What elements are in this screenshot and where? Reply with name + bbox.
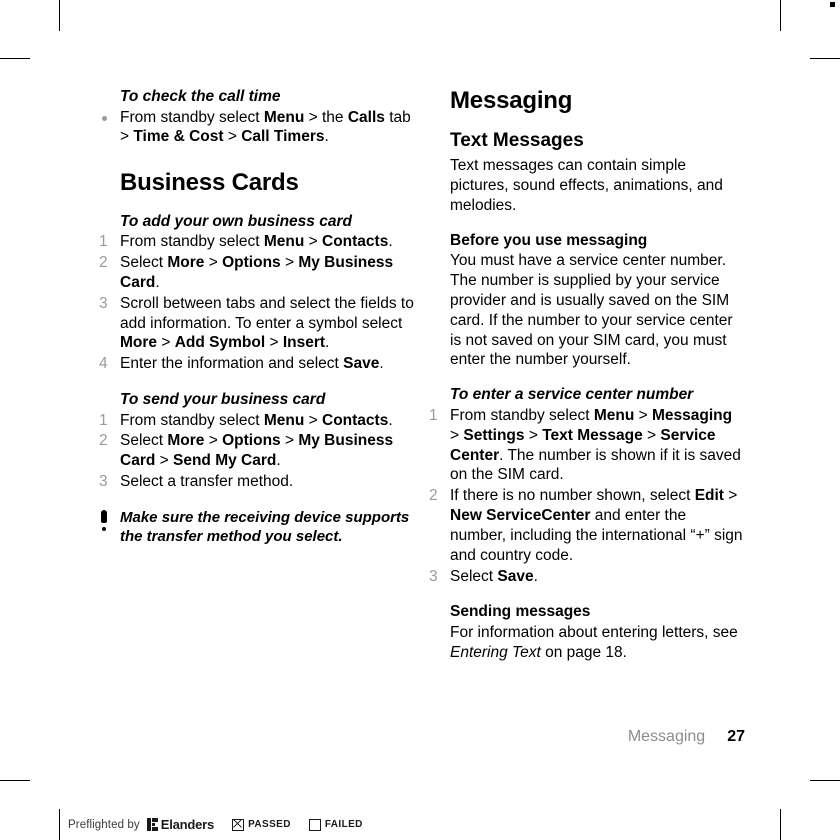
list-item-text: Enter the information and select Save. [120, 355, 384, 373]
footer-page-number: 27 [727, 728, 745, 745]
step-list-enter-service-center-number: 1 From standby select Menu > Messaging > … [425, 406, 745, 586]
list-item: 2 If there is no number shown, select Edi… [425, 486, 745, 565]
list-item-number: 3 [99, 473, 108, 491]
right-column: Messaging Text Messages Text messages ca… [425, 87, 745, 663]
list-item: 1 From standby select Menu > Messaging > … [425, 406, 745, 485]
list-item-text: If there is no number shown, select Edit… [450, 487, 743, 564]
list-item-number: 4 [99, 355, 108, 373]
step-list-send-business-card: 1 From standby select Menu > Contacts. 2 Se… [95, 411, 415, 492]
subheading-sending-messages: Sending messages [450, 603, 591, 621]
list-item-text: From standby select Menu > the Calls tab… [120, 108, 411, 146]
elanders-wordmark: Elanders [160, 817, 215, 832]
preflight-strip: Preflighted by Elanders PASSED FAILED [59, 809, 363, 840]
subheading-before-you-use-messaging: Before you use messaging [450, 231, 648, 249]
list-item-number: 3 [99, 294, 108, 312]
note-callout: Make sure the receiving device supports … [95, 508, 415, 547]
list-item-number: 3 [429, 567, 438, 585]
checkbox-passed-icon [232, 818, 245, 831]
list-item: 3 Select a transfer method. [95, 472, 415, 492]
exclamation-icon [100, 509, 108, 532]
list-item-text: Select More > Options > My Business Card… [120, 432, 394, 470]
list-item-text: Select Save. [450, 567, 538, 585]
sending-messages-paragraph: For information about entering letters, … [450, 623, 738, 661]
before-you-use-messaging-paragraph: You must have a service center number. T… [450, 252, 733, 369]
checkbox-failed-icon [308, 818, 321, 831]
section-heading-text-messages: Text Messages [450, 130, 584, 152]
note-text: Make sure the receiving device supports … [120, 508, 410, 546]
task-heading-add-business-card: To add your own business card [120, 212, 352, 230]
bullet-dot-icon [102, 115, 107, 121]
preflight-failed-status: FAILED [308, 818, 363, 831]
list-item: 4 Enter the information and select Save. [95, 354, 415, 374]
preflight-label: Preflighted by [68, 818, 140, 831]
task-heading-check-call-time: To check the call time [120, 88, 281, 105]
list-item-text: Select a transfer method. [120, 473, 294, 491]
chapter-title: Messaging [450, 87, 573, 114]
list-item-text: Scroll between tabs and select the field… [120, 294, 414, 352]
task-heading-enter-service-center-number: To enter a service center number [450, 386, 694, 404]
list-item: From standby select Menu > the Calls tab… [95, 108, 415, 148]
footer-chapter-label: Messaging [627, 728, 706, 745]
section-heading-business-cards: Business Cards [120, 169, 299, 197]
page-footer: Messaging 27 [0, 728, 745, 746]
list-item-text: From standby select Menu > Contacts. [120, 411, 393, 429]
list-item: 3 Scroll between tabs and select the fiel… [95, 294, 415, 353]
step-list-add-business-card: 1 From standby select Menu > Contacts. 2 Se… [95, 232, 415, 374]
list-item-number: 2 [429, 487, 438, 505]
list-item-text: From standby select Menu > Messaging > S… [450, 406, 741, 484]
list-item: 2 Select More > Options > My Business Car… [95, 253, 415, 293]
manual-page: To check the call time From standby sele… [0, 0, 840, 840]
list-item-text: Select More > Options > My Business Card… [120, 254, 394, 291]
list-item: 2 Select More > Options > My Business Car… [95, 431, 415, 471]
list-item-text: From standby select Menu > Contacts. [120, 233, 393, 251]
preflight-passed-label: PASSED [248, 819, 291, 830]
section-intro-paragraph: Text messages can contain simple picture… [450, 157, 723, 214]
list-item-number: 1 [99, 411, 108, 429]
task-heading-send-business-card: To send your business card [120, 391, 326, 409]
elanders-mark-icon [146, 818, 158, 831]
list-item: 1 From standby select Menu > Contacts. [95, 232, 415, 252]
preflight-failed-label: FAILED [324, 819, 363, 830]
list-item-number: 1 [99, 233, 108, 251]
preflight-passed-status: PASSED [232, 818, 291, 831]
elanders-logo: Elanders [146, 817, 215, 832]
list-item-number: 2 [99, 432, 108, 450]
list-item: 1 From standby select Menu > Contacts. [95, 411, 415, 431]
left-column: To check the call time From standby sele… [95, 88, 415, 547]
list-item-number: 2 [99, 254, 108, 272]
bullet-list-check-call-time: From standby select Menu > the Calls tab… [95, 108, 415, 148]
list-item-number: 1 [429, 406, 438, 424]
list-item: 3 Select Save. [425, 567, 745, 587]
